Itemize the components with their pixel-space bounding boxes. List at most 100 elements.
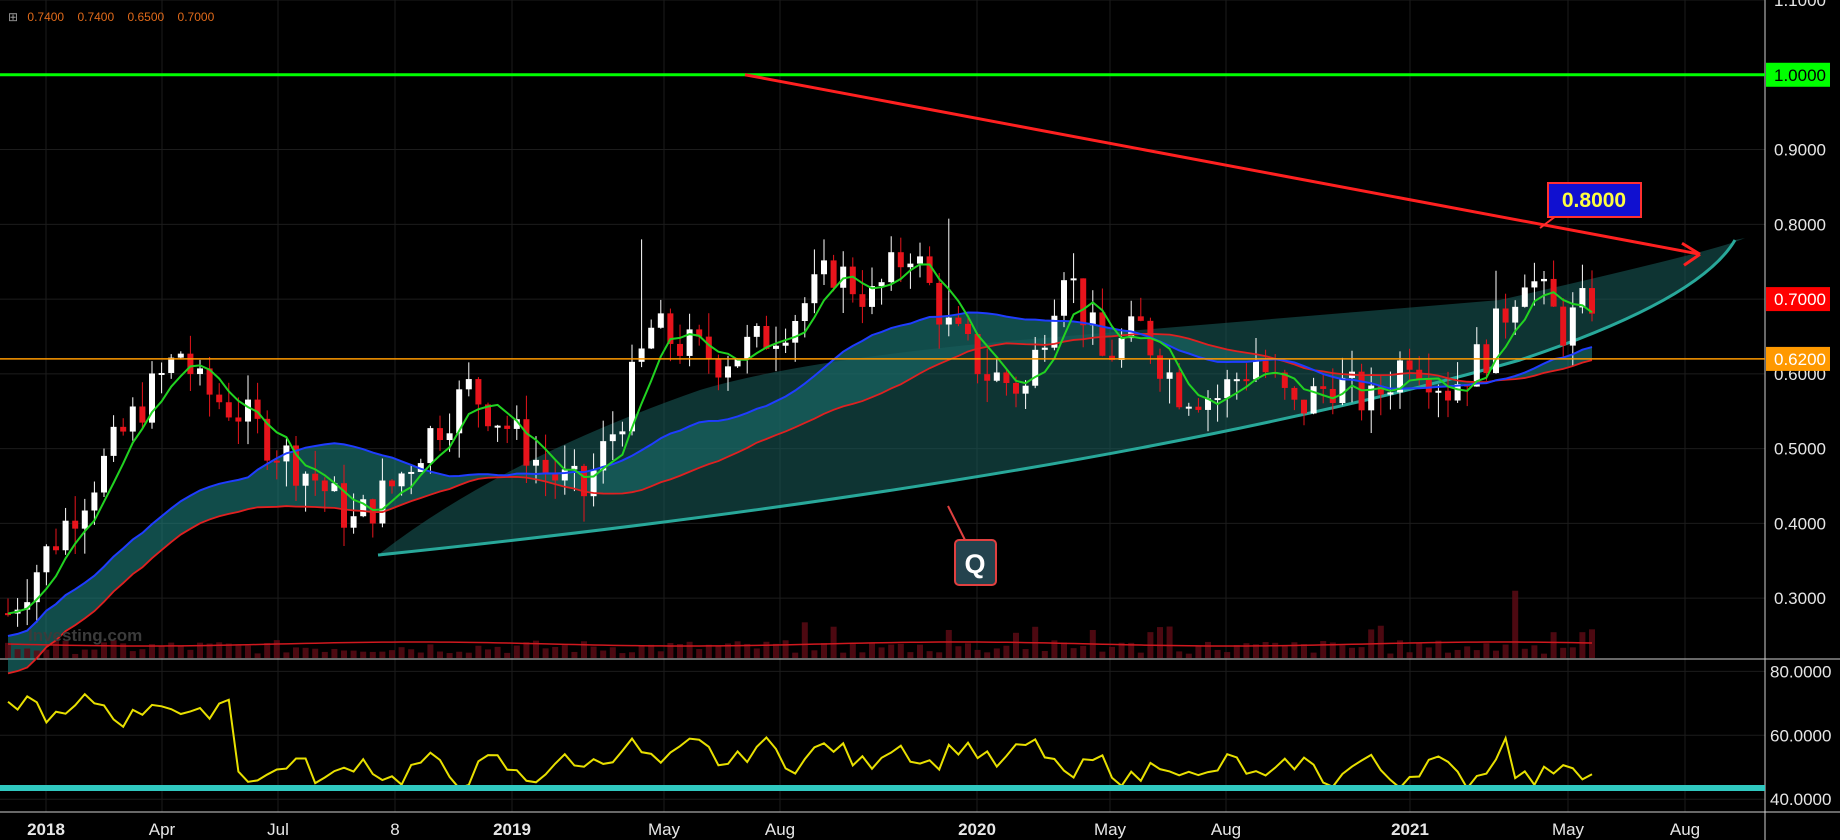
time-tick-label: 2019 bbox=[493, 820, 531, 839]
candle bbox=[504, 415, 511, 444]
candle-body bbox=[1541, 278, 1547, 282]
candle bbox=[33, 564, 40, 623]
candle-body bbox=[926, 256, 933, 283]
candle-body bbox=[830, 260, 837, 288]
candle-body bbox=[398, 473, 405, 487]
candle-body bbox=[1185, 406, 1192, 409]
volume-bar bbox=[14, 649, 21, 658]
current-price-flag-label: 0.7000 bbox=[1774, 290, 1826, 309]
candle-body bbox=[1176, 372, 1183, 408]
candle-body bbox=[245, 399, 251, 422]
volume-bar bbox=[753, 648, 760, 658]
candle bbox=[753, 323, 760, 348]
candle bbox=[945, 218, 952, 337]
volume-bar bbox=[91, 649, 98, 658]
candle-body bbox=[187, 353, 194, 375]
volume-bar bbox=[1281, 646, 1288, 658]
volume-bar bbox=[609, 647, 616, 658]
volume-bar bbox=[1425, 647, 1432, 658]
volume-bar bbox=[1531, 645, 1538, 658]
volume-bar bbox=[312, 648, 319, 658]
volume-bar bbox=[1310, 652, 1317, 658]
candle-body bbox=[504, 425, 511, 429]
time-tick-label: 2020 bbox=[958, 820, 996, 839]
volume-bar bbox=[264, 642, 271, 658]
volume-bar bbox=[1061, 642, 1067, 658]
volume-bar bbox=[1512, 590, 1519, 658]
expand-icon[interactable]: ⊞ bbox=[8, 10, 18, 24]
watermark: Investing.com bbox=[28, 626, 142, 645]
time-tick-label: May bbox=[1552, 820, 1585, 839]
candle-body bbox=[1099, 312, 1106, 356]
candle-body bbox=[302, 473, 309, 486]
volume-bar bbox=[5, 642, 11, 658]
candle bbox=[264, 410, 271, 470]
candle bbox=[677, 324, 683, 364]
volume-bar bbox=[869, 642, 875, 658]
volume-bar bbox=[1041, 650, 1048, 658]
candle-body bbox=[1118, 338, 1125, 360]
candle-body bbox=[465, 379, 472, 390]
candle-body bbox=[53, 546, 59, 551]
volume-bar bbox=[273, 640, 280, 658]
volume-bar bbox=[1339, 645, 1346, 658]
candle bbox=[859, 270, 866, 324]
candle-body bbox=[1320, 386, 1327, 389]
candle-body bbox=[379, 480, 386, 524]
candle bbox=[475, 377, 482, 428]
candle bbox=[197, 359, 203, 386]
volume-bar bbox=[1166, 626, 1173, 658]
ohlc-low: 0.6500 bbox=[127, 10, 165, 24]
candle-body bbox=[1195, 406, 1202, 410]
volume-bar bbox=[1464, 646, 1471, 658]
candle-body bbox=[782, 342, 789, 346]
volume-bar bbox=[129, 651, 136, 658]
candle bbox=[917, 242, 923, 278]
volume-bar bbox=[485, 649, 491, 658]
candle-body bbox=[619, 431, 626, 435]
candle-body bbox=[792, 320, 799, 343]
candle-body bbox=[859, 294, 866, 307]
volume-bar bbox=[1406, 652, 1413, 658]
price-chart[interactable]: 0.8000 Q Investing.com 1.1000 0.9000 0.8000 0… bbox=[0, 0, 1840, 840]
volume-bar bbox=[792, 652, 799, 658]
candle bbox=[129, 397, 136, 441]
candle bbox=[763, 315, 770, 350]
volume-bar bbox=[782, 640, 789, 658]
volume-bar bbox=[581, 641, 587, 658]
candle-body bbox=[1339, 377, 1346, 404]
candle-body bbox=[216, 394, 223, 403]
volume-bar bbox=[763, 641, 770, 658]
candle-body bbox=[1233, 379, 1240, 382]
candle bbox=[821, 239, 827, 286]
volume-bar bbox=[168, 642, 175, 658]
volume-bar bbox=[984, 652, 991, 658]
candle bbox=[177, 351, 184, 359]
candle-body bbox=[129, 406, 136, 432]
candle bbox=[1070, 253, 1077, 304]
candle-body bbox=[1329, 388, 1336, 404]
volume-bar bbox=[648, 644, 655, 658]
volume-bar bbox=[1262, 642, 1269, 658]
oscillator-line bbox=[7, 692, 1593, 791]
volume-bar bbox=[293, 647, 299, 658]
volume-bar bbox=[321, 651, 328, 658]
candle bbox=[849, 257, 856, 303]
volume-bar bbox=[1473, 650, 1480, 658]
volume-bar bbox=[773, 643, 779, 658]
candle-body bbox=[225, 402, 232, 418]
volume-bar bbox=[1416, 642, 1423, 658]
volume-bar bbox=[830, 626, 837, 658]
candle bbox=[1137, 297, 1144, 322]
volume-bar bbox=[926, 651, 933, 658]
volume-bar bbox=[254, 653, 261, 658]
volume-bar bbox=[571, 651, 578, 658]
resistance-trendline bbox=[744, 73, 1701, 256]
candle bbox=[494, 424, 501, 442]
time-tick-label: Aug bbox=[1211, 820, 1241, 839]
price-tick-label: 0.8000 bbox=[1774, 215, 1826, 234]
candle bbox=[648, 319, 655, 350]
candle-body bbox=[533, 459, 539, 466]
volume-bar bbox=[638, 645, 645, 658]
volume-bar bbox=[1099, 651, 1106, 658]
